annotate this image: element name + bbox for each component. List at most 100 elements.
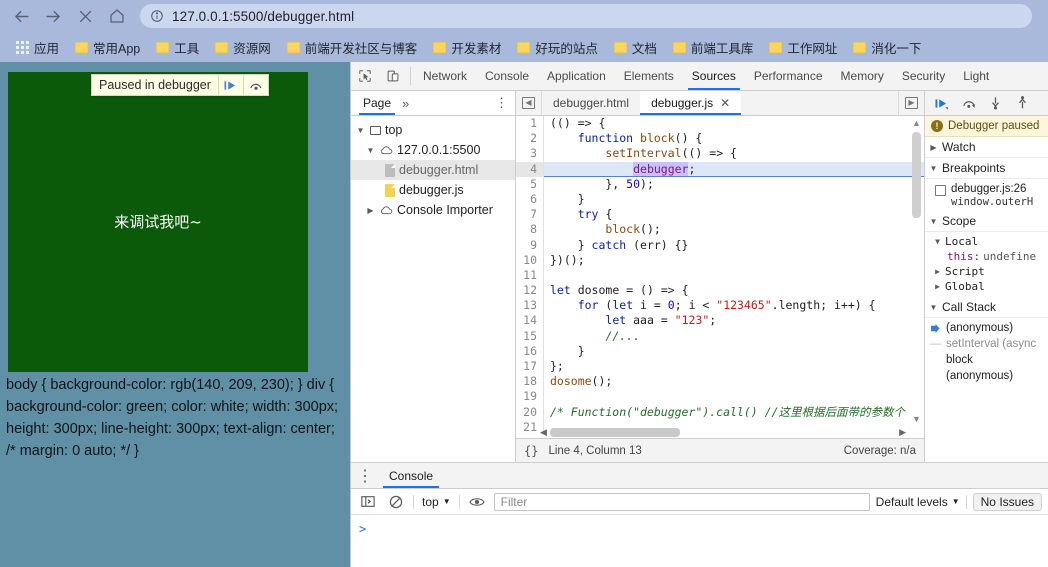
overlay-resume-icon[interactable] [217,75,243,95]
twisty-icon[interactable]: ▼ [355,126,366,135]
console-sidebar-icon[interactable] [357,492,379,512]
scroll-up-icon[interactable]: ▲ [912,118,921,128]
step-into-icon[interactable] [983,92,1008,114]
show-navigator-icon[interactable]: ◀ [516,91,542,115]
call-stack-frame-async[interactable]: — setInterval (async [925,336,1048,352]
breakpoint-checkbox[interactable] [935,185,946,196]
scrollbar-thumb[interactable] [912,132,921,218]
tab-sources[interactable]: Sources [683,62,745,90]
tab-console[interactable]: Console [476,62,538,90]
show-debugger-icon[interactable]: ▶ [898,91,924,115]
console-context-selector[interactable]: top ▼ [420,495,453,509]
address-bar[interactable]: 127.0.0.1:5500/debugger.html [140,4,1032,28]
code-line[interactable]: 2 function block() { [516,131,924,147]
forward-icon[interactable] [38,1,68,31]
tree-item-console-importer[interactable]: ▶ Console Importer [351,200,515,220]
call-stack-frame[interactable]: block [925,352,1048,368]
console-output[interactable]: > [351,515,1048,567]
code-line[interactable]: 1 (() => { [516,116,924,132]
bookmark-folder-2[interactable]: 工具 [148,35,207,59]
code-line[interactable]: 13 for (let i = 0; i < "123465".length; … [516,298,924,314]
chevron-down-icon[interactable]: ▼ [929,303,938,312]
code-line[interactable]: 3 setInterval(() => { [516,146,924,162]
scroll-right-icon[interactable]: ▶ [899,427,906,438]
chevron-down-icon[interactable]: ▼ [933,237,942,246]
code-line[interactable]: 10})(); [516,252,924,268]
tab-security[interactable]: Security [893,62,954,90]
scroll-down-icon[interactable]: ▼ [912,414,921,424]
bookmark-apps[interactable]: 应用 [8,35,67,59]
tab-elements[interactable]: Elements [615,62,683,90]
bookmark-folder-9[interactable]: 工作网址 [761,35,845,59]
editor-tab-debugger-js[interactable]: debugger.js ✕ [640,91,742,115]
section-call-stack[interactable]: ▼ Call Stack [925,297,1048,318]
code-line[interactable]: 18 dosome(); [516,374,924,390]
chevron-right-icon[interactable]: ▶ [933,267,942,276]
tree-item-origin[interactable]: ▼ 127.0.0.1:5500 [351,140,515,160]
scope-global[interactable]: ▶ Global [925,279,1048,294]
pretty-print-icon[interactable]: {} [524,444,538,458]
step-over-icon[interactable] [956,92,981,114]
back-icon[interactable] [6,1,36,31]
bookmark-folder-4[interactable]: 前端开发社区与博客 [279,35,426,59]
tree-item-debugger-html[interactable]: debugger.html [351,160,515,180]
home-icon[interactable] [102,1,132,31]
tree-item-top[interactable]: ▼ top [351,120,515,140]
console-levels-selector[interactable]: Default levels ▼ [876,495,960,509]
chevron-right-icon[interactable]: ▶ [933,282,942,291]
code-line[interactable]: 7 try { [516,207,924,223]
clear-console-icon[interactable] [385,492,407,512]
close-icon[interactable]: ✕ [720,96,730,110]
twisty-icon[interactable]: ▶ [365,206,376,215]
site-info-icon[interactable] [150,9,164,23]
bookmark-folder-1[interactable]: 常用App [67,35,148,59]
editor-vertical-scrollbar[interactable]: ▲ ▼ [910,116,923,426]
code-line[interactable]: 17}; [516,359,924,375]
tab-network[interactable]: Network [414,62,476,90]
tree-item-debugger-js[interactable]: debugger.js [351,180,515,200]
chevron-down-icon[interactable]: ▼ [929,217,938,226]
code-line[interactable]: 15 //... [516,328,924,344]
live-expression-icon[interactable] [466,492,488,512]
code-line[interactable]: 8 block(); [516,222,924,238]
bookmark-folder-10[interactable]: 消化一下 [845,35,929,59]
call-stack-frame[interactable]: (anonymous) [925,368,1048,384]
code-line[interactable]: 9 } catch (err) {} [516,237,924,253]
call-stack-frame[interactable]: (anonymous) [925,320,1048,336]
chevron-right-icon[interactable]: ▶ [929,143,938,152]
device-toolbar-icon[interactable] [379,62,407,90]
more-vertical-icon[interactable]: ⋮ [488,95,515,111]
step-out-icon[interactable] [1010,92,1035,114]
code-line[interactable]: 12 let dosome = () => { [516,283,924,299]
chevron-down-icon[interactable]: ▼ [929,164,938,173]
section-watch[interactable]: ▶ Watch [925,137,1048,158]
code-line[interactable]: 6 } [516,191,924,208]
code-line-paused[interactable]: 4 debugger; [516,161,924,177]
section-breakpoints[interactable]: ▼ Breakpoints [925,158,1048,179]
more-vertical-icon[interactable]: ⋮ [351,463,379,488]
code-line[interactable]: 5 }, 50); [516,176,924,192]
bookmark-folder-7[interactable]: 文档 [606,35,665,59]
bookmark-folder-6[interactable]: 好玩的站点 [509,35,606,59]
tab-application[interactable]: Application [538,62,615,90]
tab-lighthouse[interactable]: Light [954,62,998,90]
drawer-tab-console[interactable]: Console [379,463,443,488]
scope-local[interactable]: ▼ Local [925,234,1048,249]
section-scope[interactable]: ▼ Scope [925,211,1048,232]
bookmark-folder-8[interactable]: 前端工具库 [665,35,762,59]
code-line[interactable]: 19 [516,389,924,405]
editor-horizontal-scrollbar[interactable] [550,428,910,437]
tab-memory[interactable]: Memory [832,62,893,90]
code-line[interactable]: 11 [516,267,924,284]
scope-this[interactable]: this: undefine [925,249,1048,264]
breakpoint-item[interactable]: debugger.js:26 [925,181,1048,196]
code-line[interactable]: 14 let aaa = "123"; [516,313,924,329]
scroll-left-icon[interactable]: ◀ [540,427,547,438]
resume-script-icon[interactable] [929,92,954,114]
issues-badge[interactable]: No Issues [972,492,1042,511]
code-line[interactable]: 16 } [516,343,924,360]
bookmark-folder-5[interactable]: 开发素材 [425,35,509,59]
chevron-double-right-icon[interactable]: » [397,96,414,111]
overlay-step-over-icon[interactable] [242,75,268,95]
stop-loading-icon[interactable] [70,1,100,31]
